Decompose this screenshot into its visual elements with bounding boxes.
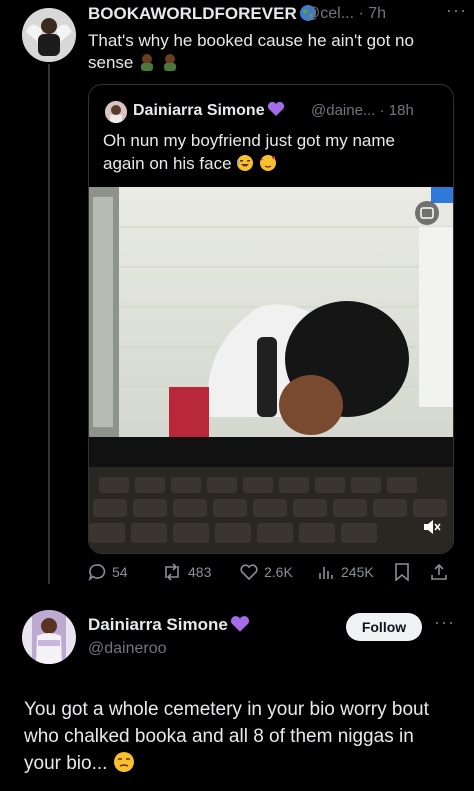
video-thumbnail [89,187,453,553]
handle-timestamp[interactable]: @cel... · 7h [304,5,386,23]
video-player[interactable] [89,187,453,553]
quoted-author-name[interactable]: Dainiarra Simone [133,101,285,120]
retweet-button[interactable]: 483 [162,563,211,581]
bookmark-button[interactable] [394,563,416,582]
quoted-tweet-text: Oh nun my boyfriend just got my name aga… [103,131,395,173]
follow-button[interactable]: Follow [346,613,422,641]
reply-author-name[interactable]: Dainiarra Simone [88,615,250,635]
quoted-author-avatar[interactable] [105,101,127,123]
mute-icon[interactable] [419,519,445,539]
reply-icon [88,564,106,582]
like-button[interactable]: 2.6K [240,563,293,581]
person-emoji-icon [138,53,156,72]
more-options-icon[interactable]: ··· [446,0,467,21]
tweet-text: That's why he booked cause he ain't got … [88,31,414,72]
reply-author-handle[interactable]: @daineroo [88,640,167,658]
author-name[interactable]: BOOKAWORLDFOREVER [88,4,317,24]
reply-button[interactable]: 54 [88,563,128,582]
smiling-hearts-emoji-icon [259,154,277,173]
reply-author-avatar[interactable] [22,610,76,664]
author-avatar[interactable] [22,8,76,62]
purple-heart-icon [267,101,284,116]
views-icon [319,567,333,579]
retweet-icon [165,563,179,581]
purple-heart-icon [230,616,249,632]
bookmark-icon [395,563,409,582]
more-options-icon[interactable]: ··· [434,612,455,633]
thread-line [48,64,50,584]
quoted-handle-timestamp[interactable]: @daine... · 18h [311,102,414,119]
person-emoji-icon [161,53,179,72]
unamused-emoji-icon [113,752,135,774]
heart-icon [240,564,258,581]
quoted-tweet[interactable]: Dainiarra Simone @daine... · 18h Oh nun … [88,84,454,554]
laughing-emoji-icon [236,154,254,173]
share-icon [431,563,447,580]
share-button[interactable] [430,563,454,581]
reply-text: You got a whole cemetery in your bio wor… [24,699,429,774]
views-button[interactable]: 245K [317,563,374,581]
